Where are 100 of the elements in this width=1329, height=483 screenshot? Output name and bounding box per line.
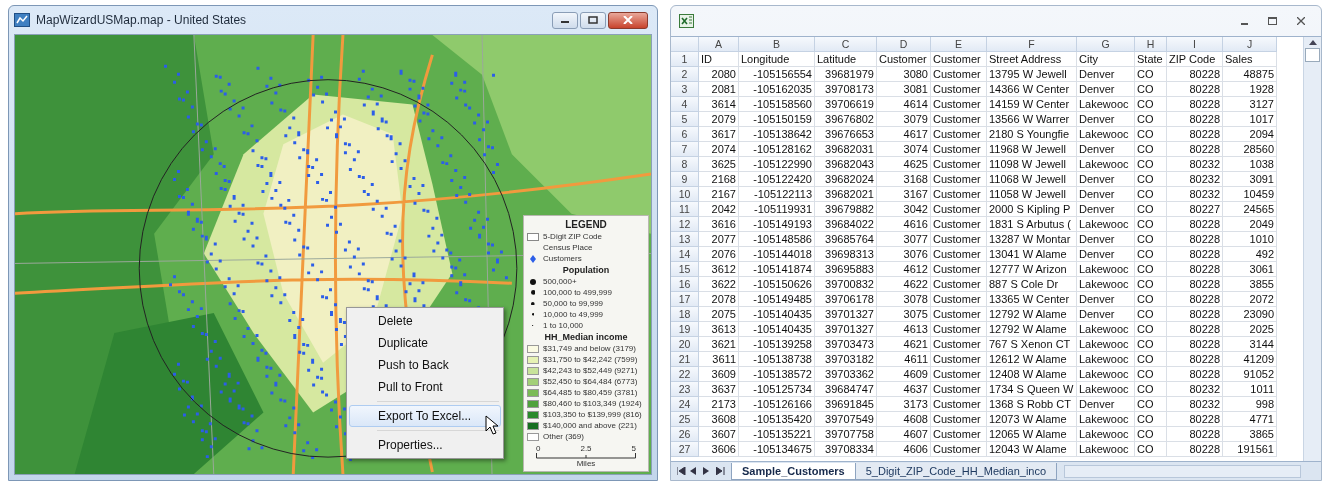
table-cell: 2180 S Youngfie [987,127,1077,142]
column-header[interactable]: B [739,37,815,52]
table-cell: 2168 [699,172,739,187]
table-cell: Lakewooc [1077,217,1135,232]
table-cell: -105138642 [739,127,815,142]
row-header[interactable]: 11 [671,202,699,217]
maximize-button[interactable] [580,11,606,29]
close-icon[interactable] [1297,17,1305,25]
legend-label: 5-Digit ZIP Code [543,232,602,241]
table-cell: CO [1135,97,1167,112]
row-header[interactable]: 26 [671,427,699,442]
row-header[interactable]: 2 [671,67,699,82]
column-header[interactable]: G [1077,37,1135,52]
table-cell: -105135221 [739,427,815,442]
table-cell: Customer [931,142,987,157]
row-header[interactable]: 25 [671,412,699,427]
scroll-up-icon[interactable] [1307,39,1318,46]
table-cell: 80228 [1167,97,1223,112]
previous-sheet-icon[interactable] [690,467,699,475]
table-cell: CO [1135,232,1167,247]
row-header[interactable]: 19 [671,322,699,337]
table-cell: 12065 W Alame [987,427,1077,442]
table-cell: CO [1135,82,1167,97]
table-cell: 39684747 [815,382,877,397]
row-header[interactable]: 10 [671,187,699,202]
horizontal-scrollbar[interactable] [1064,464,1301,478]
row-header[interactable]: 12 [671,217,699,232]
column-header[interactable]: C [815,37,877,52]
minimize-button[interactable] [552,11,578,29]
table-cell: CO [1135,367,1167,382]
row-header[interactable]: 1 [671,52,699,67]
table-cell: 4611 [877,352,931,367]
row-header[interactable]: 16 [671,277,699,292]
table-cell: Lakewooc [1077,427,1135,442]
row-header[interactable]: 17 [671,292,699,307]
table-cell: -105156554 [739,67,815,82]
table-cell: 3167 [877,187,931,202]
table-cell: 39701327 [815,322,877,337]
row-header[interactable]: 22 [671,367,699,382]
table-cell: 3855 [1223,277,1277,292]
menu-item[interactable]: Push to Back [349,354,501,376]
maximize-icon[interactable] [1268,17,1277,25]
column-header[interactable]: D [877,37,931,52]
table-cell: -105140435 [739,322,815,337]
column-header[interactable]: H [1135,37,1167,52]
row-header[interactable]: 6 [671,127,699,142]
row-header[interactable]: 8 [671,157,699,172]
table-cell: 39706619 [815,97,877,112]
row-header[interactable]: 9 [671,172,699,187]
row-header[interactable]: 7 [671,142,699,157]
table-cell: -105122990 [739,157,815,172]
table-cell: 91052 [1223,367,1277,382]
row-header[interactable]: 21 [671,352,699,367]
table-cell: -105139258 [739,337,815,352]
sheet-tab[interactable]: Sample_Customers [731,462,856,480]
table-cell: 3168 [877,172,931,187]
row-header[interactable]: 14 [671,247,699,262]
close-button[interactable] [608,11,648,29]
scroll-thumb[interactable] [1305,48,1320,62]
last-sheet-icon[interactable] [716,467,725,475]
table-cell: 80228 [1167,82,1223,97]
table-cell: Lakewooc [1077,352,1135,367]
menu-item[interactable]: Export To Excel... [349,405,501,427]
sheet-tab[interactable]: 5_Digit_ZIP_Code_HH_Median_inco [854,462,1058,480]
table-cell: CO [1135,412,1167,427]
row-header[interactable]: 23 [671,382,699,397]
table-cell: -105134675 [739,442,815,457]
table-cell: Lakewooc [1077,412,1135,427]
vertical-scrollbar[interactable] [1303,37,1321,461]
table-cell: 2077 [699,232,739,247]
row-header[interactable]: 5 [671,112,699,127]
row-header[interactable]: 15 [671,262,699,277]
row-header[interactable]: 13 [671,232,699,247]
menu-item[interactable]: Delete [349,310,501,332]
table-cell: 2042 [699,202,739,217]
menu-item[interactable]: Duplicate [349,332,501,354]
table-cell: 80228 [1167,427,1223,442]
row-header[interactable]: 4 [671,97,699,112]
row-header[interactable]: 18 [671,307,699,322]
table-cell: 1831 S Arbutus ( [987,217,1077,232]
column-header[interactable]: A [699,37,739,52]
row-header[interactable]: 20 [671,337,699,352]
column-header[interactable]: J [1223,37,1277,52]
table-cell: 3074 [877,142,931,157]
table-cell: 39691845 [815,397,877,412]
table-cell: -105162035 [739,82,815,97]
row-header[interactable]: 3 [671,82,699,97]
first-sheet-icon[interactable] [677,467,686,475]
table-cell: 80232 [1167,397,1223,412]
menu-item[interactable]: Pull to Front [349,376,501,398]
row-header[interactable]: 24 [671,397,699,412]
column-header[interactable]: E [931,37,987,52]
column-header[interactable]: I [1167,37,1223,52]
legend-label: $52,450 to $64,484 (6773) [543,377,638,386]
table-cell: CO [1135,442,1167,457]
menu-item[interactable]: Properties... [349,434,501,456]
row-header[interactable]: 27 [671,442,699,457]
table-cell: 12792 W Alame [987,307,1077,322]
table-cell: Denver [1077,112,1135,127]
column-header[interactable]: F [987,37,1077,52]
